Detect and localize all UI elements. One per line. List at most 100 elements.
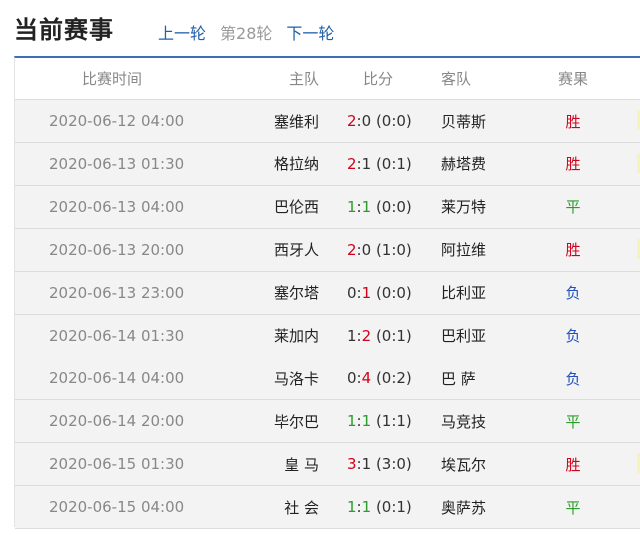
table-row: 2020-06-13 04:00 巴伦西 1:1 (0:0) 莱万特 平 — [15, 185, 640, 229]
home-score: 2 — [347, 240, 357, 259]
away-team[interactable]: 巴利亚 — [441, 315, 486, 357]
away-score: 1 — [361, 283, 372, 302]
home-score: 2 — [347, 112, 357, 130]
match-result: 负 — [565, 369, 581, 388]
match-time: 2020-06-15 01:30 — [49, 455, 185, 474]
home-score: 2 — [347, 154, 357, 173]
away-score: 1 — [361, 197, 372, 216]
match-time: 2020-06-14 04:00 — [49, 369, 185, 388]
home-score: 0 — [347, 283, 357, 302]
table-row: 2020-06-15 01:30 皇 马 3:1 (3:0) 埃瓦尔 胜 — [15, 443, 640, 487]
away-score: 0 — [361, 112, 372, 130]
home-score: 3 — [347, 455, 357, 474]
match-result: 胜 — [565, 155, 581, 174]
home-score: 1 — [347, 412, 357, 431]
home-score: 1 — [347, 197, 357, 216]
home-team[interactable]: 皇 马 — [259, 443, 319, 485]
half-time-score-value: (1:1) — [375, 412, 412, 431]
page-header: 当前赛事 上一轮 第28轮 下一轮 — [0, 0, 640, 56]
score: 1:2 (0:1) — [347, 315, 412, 357]
half-time-score-value: (0:0) — [375, 197, 412, 216]
away-team[interactable]: 阿拉维 — [441, 229, 486, 271]
match-result: 负 — [565, 284, 581, 303]
away-score: 4 — [361, 369, 372, 388]
match-time: 2020-06-13 20:00 — [49, 240, 185, 259]
table-row: 2020-06-14 20:00 毕尔巴 1:1 (1:1) 马竞技 平 — [15, 400, 640, 444]
half-time-score-value: (0:1) — [375, 326, 412, 345]
table-header-row: 比赛时间 主队 比分 客队 赛果 — [15, 58, 640, 100]
column-header-home: 主队 — [288, 70, 319, 88]
match-time: 2020-06-14 01:30 — [49, 326, 185, 345]
away-team[interactable]: 莱万特 — [441, 186, 486, 228]
home-team[interactable]: 西牙人 — [259, 229, 319, 271]
column-header-score: 比分 — [363, 70, 394, 88]
match-result: 胜 — [565, 112, 581, 131]
home-team[interactable]: 社 会 — [259, 486, 319, 528]
home-team[interactable]: 毕尔巴 — [259, 400, 319, 442]
match-time: 2020-06-12 04:00 — [49, 112, 185, 130]
score: 1:1 (0:1) — [347, 486, 412, 528]
match-table: 比赛时间 主队 比分 客队 赛果 2020-06-12 04:00 塞维利 2:0 … — [14, 56, 640, 530]
away-score: 1 — [361, 154, 372, 173]
half-time-score-value: (0:2) — [375, 369, 412, 388]
match-result: 平 — [565, 198, 581, 217]
table-row: 2020-06-15 04:00 社 会 1:1 (0:1) 奥萨苏 平 — [15, 486, 640, 530]
table-row: 2020-06-12 04:00 塞维利 2:0 (0:0) 贝蒂斯 胜 — [15, 100, 640, 143]
score: 1:1 (1:1) — [347, 400, 412, 442]
away-score: 1 — [361, 455, 372, 474]
home-team[interactable]: 马洛卡 — [259, 357, 319, 399]
match-result: 胜 — [565, 241, 581, 260]
half-time-score-value: (1:0) — [375, 240, 412, 259]
table-row: 2020-06-14 01:30 莱加内 1:2 (0:1) 巴利亚 负 — [15, 314, 640, 358]
prev-round-link[interactable]: 上一轮 — [158, 20, 206, 44]
table-row: 2020-06-13 01:30 格拉纳 2:1 (0:1) 赫塔费 胜 — [15, 142, 640, 186]
match-result: 负 — [565, 327, 581, 345]
next-round-link[interactable]: 下一轮 — [286, 20, 334, 44]
away-team[interactable]: 奥萨苏 — [441, 486, 486, 528]
round-navigation: 上一轮 第28轮 下一轮 — [158, 20, 334, 44]
table-row: 2020-06-14 04:00 马洛卡 0:4 (0:2) 巴 萨 负 — [15, 357, 640, 401]
away-score: 1 — [361, 412, 372, 431]
half-time-score-value: (0:1) — [375, 154, 412, 173]
match-time: 2020-06-13 04:00 — [49, 197, 185, 216]
match-time: 2020-06-13 23:00 — [49, 283, 185, 302]
away-team[interactable]: 巴 萨 — [441, 357, 476, 399]
score: 2:0 (1:0) — [347, 229, 412, 271]
home-team[interactable]: 塞尔塔 — [259, 272, 319, 314]
match-result: 平 — [565, 412, 581, 431]
column-header-time: 比赛时间 — [82, 70, 143, 88]
home-team[interactable]: 莱加内 — [259, 315, 319, 357]
match-result: 平 — [565, 498, 581, 517]
half-time-score-value: (3:0) — [375, 455, 412, 474]
match-time: 2020-06-15 04:00 — [49, 498, 185, 517]
away-team[interactable]: 比利亚 — [441, 272, 486, 314]
score: 3:1 (3:0) — [347, 443, 412, 485]
score: 1:1 (0:0) — [347, 186, 412, 228]
home-team[interactable]: 格拉纳 — [259, 143, 319, 185]
away-team[interactable]: 贝蒂斯 — [441, 100, 486, 142]
home-team[interactable]: 塞维利 — [259, 100, 319, 142]
home-team[interactable]: 巴伦西 — [259, 186, 319, 228]
away-team[interactable]: 马竞技 — [441, 400, 486, 442]
table-row: 2020-06-13 23:00 塞尔塔 0:1 (0:0) 比利亚 负 — [15, 271, 640, 315]
home-score: 1 — [347, 326, 357, 345]
away-team[interactable]: 赫塔费 — [441, 143, 486, 185]
half-time-score-value: (0:0) — [375, 283, 412, 302]
away-score: 0 — [361, 240, 372, 259]
away-score: 2 — [361, 326, 372, 345]
home-score: 1 — [347, 498, 357, 517]
current-round-label: 第28轮 — [220, 24, 273, 43]
table-row: 2020-06-13 20:00 西牙人 2:0 (1:0) 阿拉维 胜 — [15, 228, 640, 272]
half-time-score-value: (0:1) — [375, 498, 412, 517]
score: 0:4 (0:2) — [347, 357, 412, 399]
score: 0:1 (0:0) — [347, 272, 412, 314]
column-header-away: 客队 — [441, 70, 472, 88]
page-title: 当前赛事 — [14, 16, 114, 44]
score: 2:0 (0:0) — [347, 100, 412, 142]
home-score: 0 — [347, 369, 357, 388]
away-team[interactable]: 埃瓦尔 — [441, 443, 486, 485]
match-time: 2020-06-13 01:30 — [49, 154, 185, 173]
half-time-score-value: (0:0) — [375, 112, 412, 130]
column-header-result: 赛果 — [557, 70, 588, 88]
score: 2:1 (0:1) — [347, 143, 412, 185]
